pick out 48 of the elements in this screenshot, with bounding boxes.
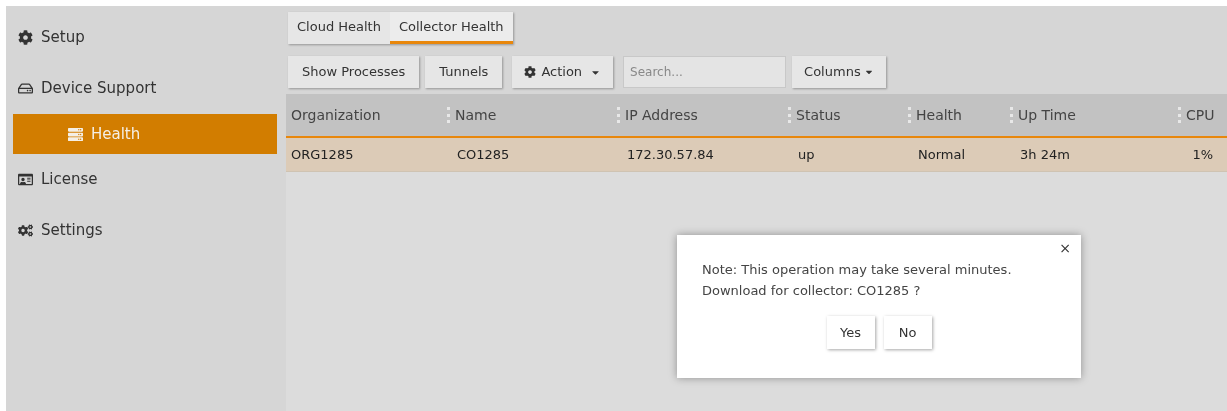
table-cell-text: Normal	[918, 145, 966, 164]
columns-menu-button[interactable]: Columns	[792, 56, 886, 88]
server-icon	[68, 126, 83, 142]
table-cell-text: 1%	[1192, 145, 1213, 164]
table-cell-text: up	[798, 145, 815, 164]
sidebar-item[interactable]: Device Support	[6, 63, 286, 114]
dialog-message: Download for collector: CO1285 ?	[702, 282, 922, 300]
table-cell-text: CO1285	[457, 145, 510, 164]
toolbar-button[interactable]: Tunnels	[425, 56, 503, 88]
close-button[interactable]: ×	[1059, 241, 1071, 255]
dialog-button[interactable]: Yes	[826, 316, 875, 349]
toolbar-button[interactable]: Show Processes	[288, 56, 420, 88]
sidebar-label: License	[41, 169, 98, 191]
column-resize-handle[interactable]	[617, 107, 620, 123]
search-field[interactable]: Search...	[623, 56, 787, 88]
gear-icon	[524, 66, 537, 78]
sidebar-item[interactable]: Setup	[6, 12, 286, 63]
column-header[interactable]: Up Time	[1018, 104, 1076, 126]
gears-icon	[18, 223, 33, 238]
column-header[interactable]: Name	[455, 104, 497, 126]
column-header[interactable]: Organization	[286, 104, 381, 126]
column-header[interactable]: Status	[796, 104, 841, 126]
table-cell-text: 3h 24m	[1020, 145, 1070, 164]
sidebar-label: Setup	[41, 27, 85, 49]
tab[interactable]: Collector Health	[389, 12, 513, 44]
tab[interactable]: Cloud Health	[288, 12, 390, 44]
table-cell-text: 172.30.57.84	[627, 145, 714, 164]
column-header[interactable]: IP Address	[625, 104, 698, 126]
column-header[interactable]: CPU	[1186, 104, 1215, 126]
column-resize-handle[interactable]	[447, 107, 450, 123]
id-card-icon	[18, 172, 33, 187]
column-resize-handle[interactable]	[788, 107, 791, 123]
dialog-message: Note: This operation may take several minutes.	[702, 261, 1013, 279]
column-header[interactable]: Health	[916, 104, 962, 126]
sidebar-label: Health	[91, 123, 141, 145]
drive-icon	[18, 81, 33, 96]
table-cell-text: ORG1285	[291, 145, 354, 164]
action-menu-button[interactable]: Action	[512, 56, 614, 88]
column-resize-handle[interactable]	[1178, 107, 1181, 123]
sidebar-item[interactable]: License	[6, 154, 286, 205]
sidebar-item[interactable]: Settings	[6, 205, 286, 256]
gear-icon	[18, 30, 33, 45]
table-row[interactable]: ORG1285 CO1285 172.30.57.84 up Normal 3h 24m 1%	[286, 138, 1227, 172]
dialog-button[interactable]: No	[883, 316, 932, 349]
column-resize-handle[interactable]	[1010, 107, 1013, 123]
sidebar-label: Device Support	[41, 78, 157, 100]
sidebar-label: Settings	[41, 220, 103, 242]
column-resize-handle[interactable]	[908, 107, 911, 123]
